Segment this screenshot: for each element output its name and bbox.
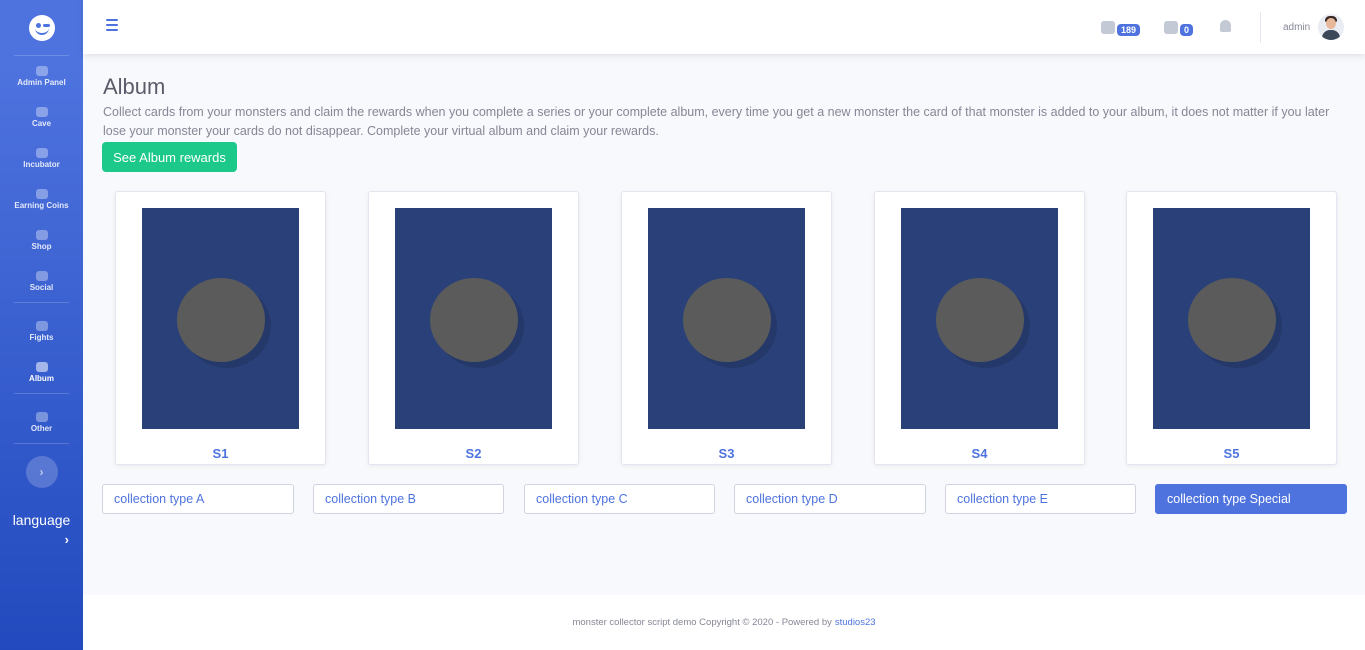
card-image xyxy=(1153,208,1310,429)
sidebar-item-album[interactable]: Album xyxy=(0,352,83,393)
coins-indicator[interactable]: 189 xyxy=(1101,18,1141,36)
card-image xyxy=(901,208,1058,429)
sidebar-item-admin-panel[interactable]: Admin Panel xyxy=(0,56,83,97)
menu-toggle-icon[interactable] xyxy=(106,19,118,34)
card-label: S5 xyxy=(1223,446,1240,461)
topbar-divider xyxy=(1260,12,1261,43)
footer-link[interactable]: studios23 xyxy=(835,617,876,628)
user-menu[interactable]: admin xyxy=(1283,14,1345,40)
gems-badge: 0 xyxy=(1180,24,1194,36)
sidebar-item-cave[interactable]: Cave xyxy=(0,97,83,138)
monster-silhouette-icon xyxy=(1188,278,1276,362)
sidebar-item-label: Social xyxy=(29,283,54,292)
card-image xyxy=(648,208,805,429)
sidebar-item-label: Album xyxy=(29,374,54,383)
cart-icon xyxy=(35,230,48,240)
users-cog-icon xyxy=(35,66,48,76)
card-image xyxy=(395,208,552,429)
gems-indicator[interactable]: 0 xyxy=(1164,18,1194,36)
sidebar-item-label: Earning Coins xyxy=(14,201,69,210)
album-icon xyxy=(35,362,48,372)
card-label: S4 xyxy=(971,446,988,461)
language-selector[interactable]: language › xyxy=(0,512,83,547)
card-label: S3 xyxy=(718,446,735,461)
album-card[interactable]: S3 xyxy=(621,191,832,465)
sidebar-item-incubator[interactable]: Incubator xyxy=(0,138,83,179)
main-content: Album Collect cards from your monsters a… xyxy=(83,54,1365,595)
monster-silhouette-icon xyxy=(430,278,518,362)
chevron-right-icon: › xyxy=(64,532,69,547)
sidebar-item-other[interactable]: Other xyxy=(0,402,83,443)
info-icon xyxy=(35,412,48,422)
sidebar-item-label: Fights xyxy=(29,333,54,342)
brand[interactable] xyxy=(0,0,83,55)
avatar xyxy=(1318,14,1345,40)
notifications-indicator[interactable] xyxy=(1220,20,1231,32)
card-image xyxy=(142,208,299,429)
collection-type-a-button[interactable]: collection type A xyxy=(102,484,294,514)
album-card[interactable]: S5 xyxy=(1126,191,1337,465)
coins-badge: 189 xyxy=(1117,24,1141,36)
card-label: S2 xyxy=(465,446,482,461)
monster-silhouette-icon xyxy=(177,278,265,362)
page-description: Collect cards from your monsters and cla… xyxy=(103,105,1330,138)
page-title: Album xyxy=(103,74,166,99)
chevron-right-icon: › xyxy=(39,465,44,479)
gem-icon xyxy=(1164,20,1178,34)
cave-icon xyxy=(35,107,48,117)
sidebar-item-label: Shop xyxy=(31,242,52,251)
sidebar-divider xyxy=(14,443,69,444)
collection-type-special-button[interactable]: collection type Special xyxy=(1155,484,1347,514)
bell-icon xyxy=(1220,20,1231,32)
sidebar-item-social[interactable]: Social xyxy=(0,261,83,302)
egg-icon xyxy=(35,148,48,158)
collection-type-b-button[interactable]: collection type B xyxy=(313,484,504,514)
sidebar: Admin Panel Cave Incubator Earning Coins… xyxy=(0,0,83,650)
coins-icon xyxy=(1101,20,1115,34)
sidebar-item-label: Cave xyxy=(31,119,52,128)
sidebar-item-label: Other xyxy=(30,424,53,433)
sidebar-item-fights[interactable]: Fights xyxy=(0,311,83,352)
sidebar-toggle-button[interactable]: › xyxy=(25,456,58,488)
collection-type-d-button[interactable]: collection type D xyxy=(734,484,926,514)
see-album-rewards-button[interactable]: See Album rewards xyxy=(102,142,237,172)
collection-type-e-button[interactable]: collection type E xyxy=(945,484,1136,514)
user-name: admin xyxy=(1283,21,1311,33)
sidebar-item-earning-coins[interactable]: Earning Coins xyxy=(0,179,83,220)
trophy-icon xyxy=(35,321,48,331)
monster-silhouette-icon xyxy=(683,278,771,362)
monster-silhouette-icon xyxy=(936,278,1024,362)
footer-text: monster collector script demo Copyright … xyxy=(572,617,832,628)
sidebar-item-shop[interactable]: Shop xyxy=(0,220,83,261)
album-card[interactable]: S1 xyxy=(115,191,326,465)
card-label: S1 xyxy=(212,446,229,461)
footer: monster collector script demo Copyright … xyxy=(83,595,1365,650)
album-card[interactable]: S4 xyxy=(874,191,1085,465)
sidebar-item-label: Incubator xyxy=(23,160,60,169)
album-card[interactable]: S2 xyxy=(368,191,579,465)
topbar: 189 0 admin xyxy=(83,0,1365,54)
sidebar-item-label: Admin Panel xyxy=(17,78,66,87)
chat-icon xyxy=(35,271,48,281)
coins-icon xyxy=(35,189,48,199)
collection-type-c-button[interactable]: collection type C xyxy=(524,484,715,514)
language-label: language xyxy=(12,512,71,528)
smiley-logo-icon xyxy=(28,14,55,41)
